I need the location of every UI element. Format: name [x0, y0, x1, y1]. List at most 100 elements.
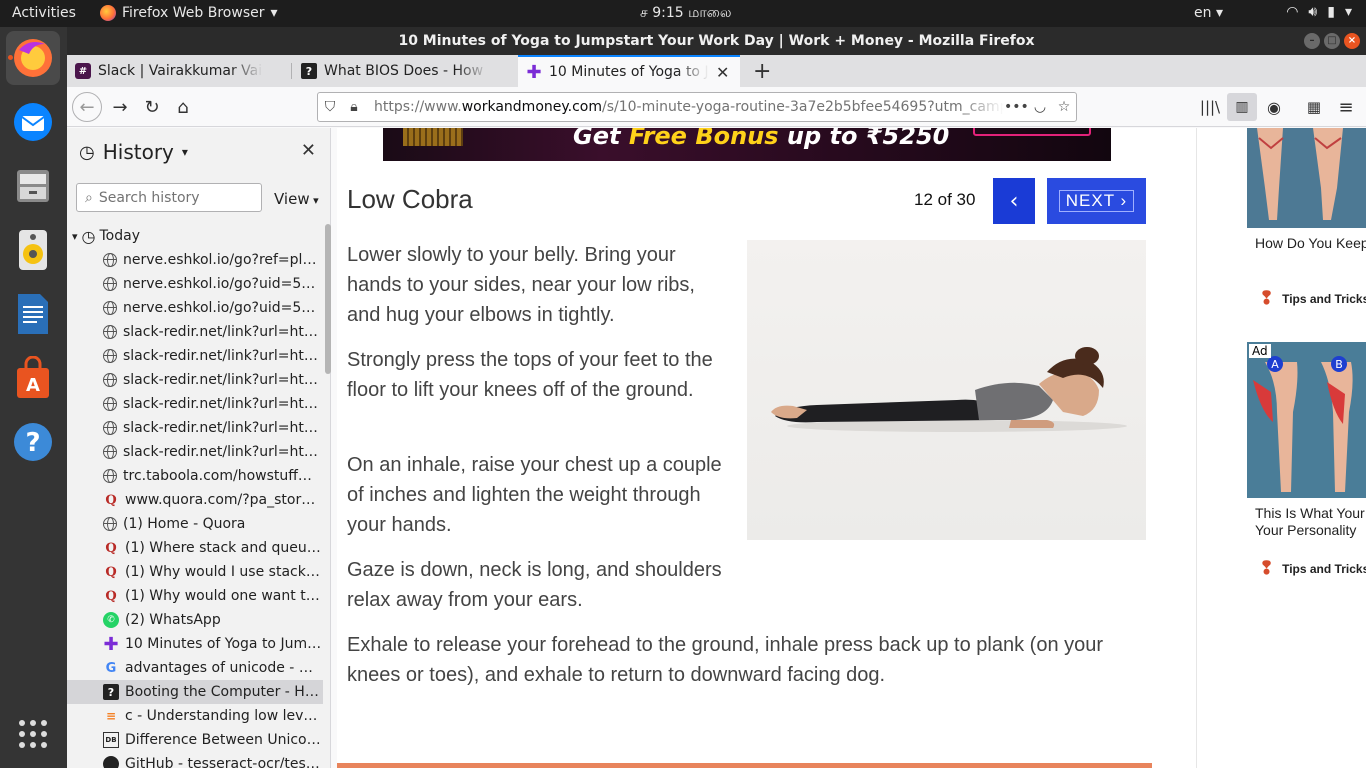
next-slide-button[interactable]: NEXT ›	[1047, 178, 1146, 224]
ad-caption[interactable]: How Do You Keep	[1255, 235, 1366, 252]
lightbulb-icon: ❢	[1259, 558, 1275, 578]
app-menu[interactable]: Firefox Web Browser ▾	[100, 5, 278, 21]
history-item-label: slack-redir.net/link?url=http...	[123, 444, 321, 460]
url-bar[interactable]: ⛉ 🔒︎ https://www.workandmoney.com/s/10-m…	[317, 92, 1077, 122]
activities-button[interactable]: Activities	[12, 5, 76, 21]
ad-caption[interactable]: Your Personality	[1255, 522, 1366, 539]
ad-caption[interactable]: This Is What Your	[1255, 505, 1366, 522]
dock-help[interactable]: ?	[6, 415, 60, 469]
show-applications-button[interactable]	[6, 707, 60, 761]
bookmark-star-icon[interactable]: ☆	[1052, 99, 1076, 115]
window-close-button[interactable]: ×	[1344, 33, 1360, 49]
history-item[interactable]: nerve.eshkol.io/go?uid=5e1...	[67, 296, 323, 320]
sidebar-scrollbar[interactable]	[325, 224, 331, 374]
history-item[interactable]: slack-redir.net/link?url=http...	[67, 344, 323, 368]
minimize-button[interactable]: –	[1304, 33, 1320, 49]
quora-icon: Q	[105, 540, 117, 556]
slack-icon: #	[75, 63, 91, 79]
view-menu-button[interactable]: View ▾	[274, 190, 319, 208]
library-icon: |||\	[1199, 98, 1221, 116]
history-item[interactable]: nerve.eshkol.io/go?ref=pl&h...	[67, 248, 323, 272]
shield-icon[interactable]: ⛉	[318, 99, 342, 115]
history-item-label: (1) Why would one want to u...	[125, 588, 323, 604]
writer-document-icon	[18, 294, 48, 334]
history-item[interactable]: Gadvantages of unicode - Goo...	[67, 656, 323, 680]
library-button[interactable]: |||\	[1195, 93, 1225, 121]
maximize-button[interactable]: □	[1324, 33, 1340, 49]
url-prefix: https://www.	[374, 99, 462, 115]
input-language-indicator[interactable]: en ▾	[1194, 5, 1223, 21]
firefox-window: 10 Minutes of Yoga to Jumpstart Your Wor…	[67, 27, 1366, 768]
new-tab-button[interactable]: +	[745, 55, 775, 87]
back-button[interactable]: ←	[72, 92, 102, 122]
system-tray[interactable]: ◠ 🔊︎ ▮ ▾	[1286, 4, 1352, 20]
dock-rhythmbox[interactable]	[6, 223, 60, 277]
navigation-toolbar: ← → ↻ ⌂ ⛉ 🔒︎ https://www.workandmoney.co…	[67, 87, 1366, 127]
history-search-input[interactable]: ⌕ Search history	[76, 183, 262, 212]
history-item[interactable]: ✆ (2) WhatsApp	[67, 608, 323, 632]
home-button[interactable]: ⌂	[168, 93, 198, 121]
ad-image-legs-ab[interactable]: AB	[1247, 342, 1366, 498]
dock-thunderbird[interactable]	[6, 95, 60, 149]
svg-text:A: A	[26, 375, 40, 396]
firefox-icon	[14, 39, 52, 77]
ad-source[interactable]: ❢ Tips and Tricks	[1259, 288, 1366, 309]
history-item[interactable]: Q (1) Why would I use stack ins...	[67, 560, 323, 584]
article-column: Get Free Bonus up to ₹5250 Low Cobra 12 …	[337, 128, 1197, 768]
history-item[interactable]: (1) Home - Quora	[67, 512, 323, 536]
instruction-paragraph: Lower slowly to your belly. Bring your h…	[347, 244, 695, 326]
history-item[interactable]: ✚ 10 Minutes of Yoga to Jump...	[67, 632, 323, 656]
history-item[interactable]: slack-redir.net/link?url=http...	[67, 368, 323, 392]
history-item[interactable]: slack-redir.net/link?url=http...	[67, 320, 323, 344]
previous-slide-button[interactable]: ‹	[993, 178, 1035, 224]
web-page: Get Free Bonus up to ₹5250 Low Cobra 12 …	[337, 128, 1366, 768]
dock-software-center[interactable]: A	[6, 351, 60, 405]
ad-banner[interactable]: Get Free Bonus up to ₹5250	[383, 128, 1111, 161]
ad-source[interactable]: ❢ Tips and Tricks	[1259, 558, 1366, 579]
history-item[interactable]: DB Difference Between Unicod...	[67, 728, 323, 752]
sidebar-toggle-button[interactable]: ▥	[1227, 93, 1257, 121]
history-item[interactable]: Q (1) Why would one want to u...	[67, 584, 323, 608]
history-item[interactable]: ≡ c - Understanding low level f...	[67, 704, 323, 728]
history-group-today[interactable]: ▾ ◷ Today	[67, 224, 323, 248]
history-item-label: (1) Home - Quora	[123, 516, 246, 532]
history-item[interactable]: Q (1) Where stack and queue u...	[67, 536, 323, 560]
globe-icon	[103, 301, 117, 315]
slideshow-progress-bar	[337, 763, 1152, 768]
window-titlebar[interactable]: 10 Minutes of Yoga to Jumpstart Your Wor…	[67, 27, 1366, 55]
ad-image-legs[interactable]	[1247, 128, 1366, 228]
reload-button[interactable]: ↻	[137, 93, 167, 121]
dock-files[interactable]	[6, 159, 60, 213]
tab-bios[interactable]: ? What BIOS Does - How BIOS Works	[293, 55, 517, 87]
lock-icon[interactable]: 🔒︎	[342, 99, 366, 115]
pocket-icon[interactable]: ◡	[1028, 99, 1052, 115]
tab-yoga[interactable]: ✚ 10 Minutes of Yoga to Jumpstart ✕	[518, 55, 740, 87]
sidebar-close-button[interactable]: ✕	[301, 140, 316, 161]
extensions-button[interactable]: ▦	[1299, 93, 1329, 121]
workandmoney-icon: ✚	[526, 61, 542, 83]
page-actions-icon[interactable]: •••	[1004, 99, 1029, 115]
globe-icon	[103, 373, 117, 387]
history-item[interactable]: trc.taboola.com/howstuffwo...	[67, 464, 323, 488]
sidebar-header[interactable]: ◷ History ▾ ✕	[67, 128, 330, 176]
history-item[interactable]: slack-redir.net/link?url=http...	[67, 392, 323, 416]
history-item[interactable]: nerve.eshkol.io/go?uid=5e1...	[67, 272, 323, 296]
history-item[interactable]: slack-redir.net/link?url=http...	[67, 440, 323, 464]
app-menu-label: Firefox Web Browser	[122, 5, 265, 21]
globe-icon	[103, 253, 117, 267]
history-item[interactable]: ? Booting the Computer - How...	[67, 680, 323, 704]
url-text[interactable]: https://www.workandmoney.com/s/10-minute…	[374, 99, 1004, 115]
history-item[interactable]: Qwww.quora.com/?pa_story=...	[67, 488, 323, 512]
account-button[interactable]: ◉	[1259, 93, 1289, 121]
dock-libreoffice-writer[interactable]	[6, 287, 60, 341]
history-item[interactable]: slack-redir.net/link?url=http...	[67, 416, 323, 440]
main-menu-button[interactable]: ≡	[1331, 93, 1361, 121]
history-item-label: GitHub - tesseract-ocr/tessd...	[125, 756, 323, 768]
tab-slack[interactable]: # Slack | Vairakkumar Vairamani	[67, 55, 291, 87]
clock[interactable]: ச 9:15 மாலை	[640, 5, 732, 23]
history-item[interactable]: GitHub - tesseract-ocr/tessd...	[67, 752, 323, 768]
github-icon	[103, 756, 119, 768]
tab-close-icon[interactable]: ✕	[716, 63, 729, 82]
forward-button[interactable]: →	[105, 93, 135, 121]
dock-firefox[interactable]	[6, 31, 60, 85]
